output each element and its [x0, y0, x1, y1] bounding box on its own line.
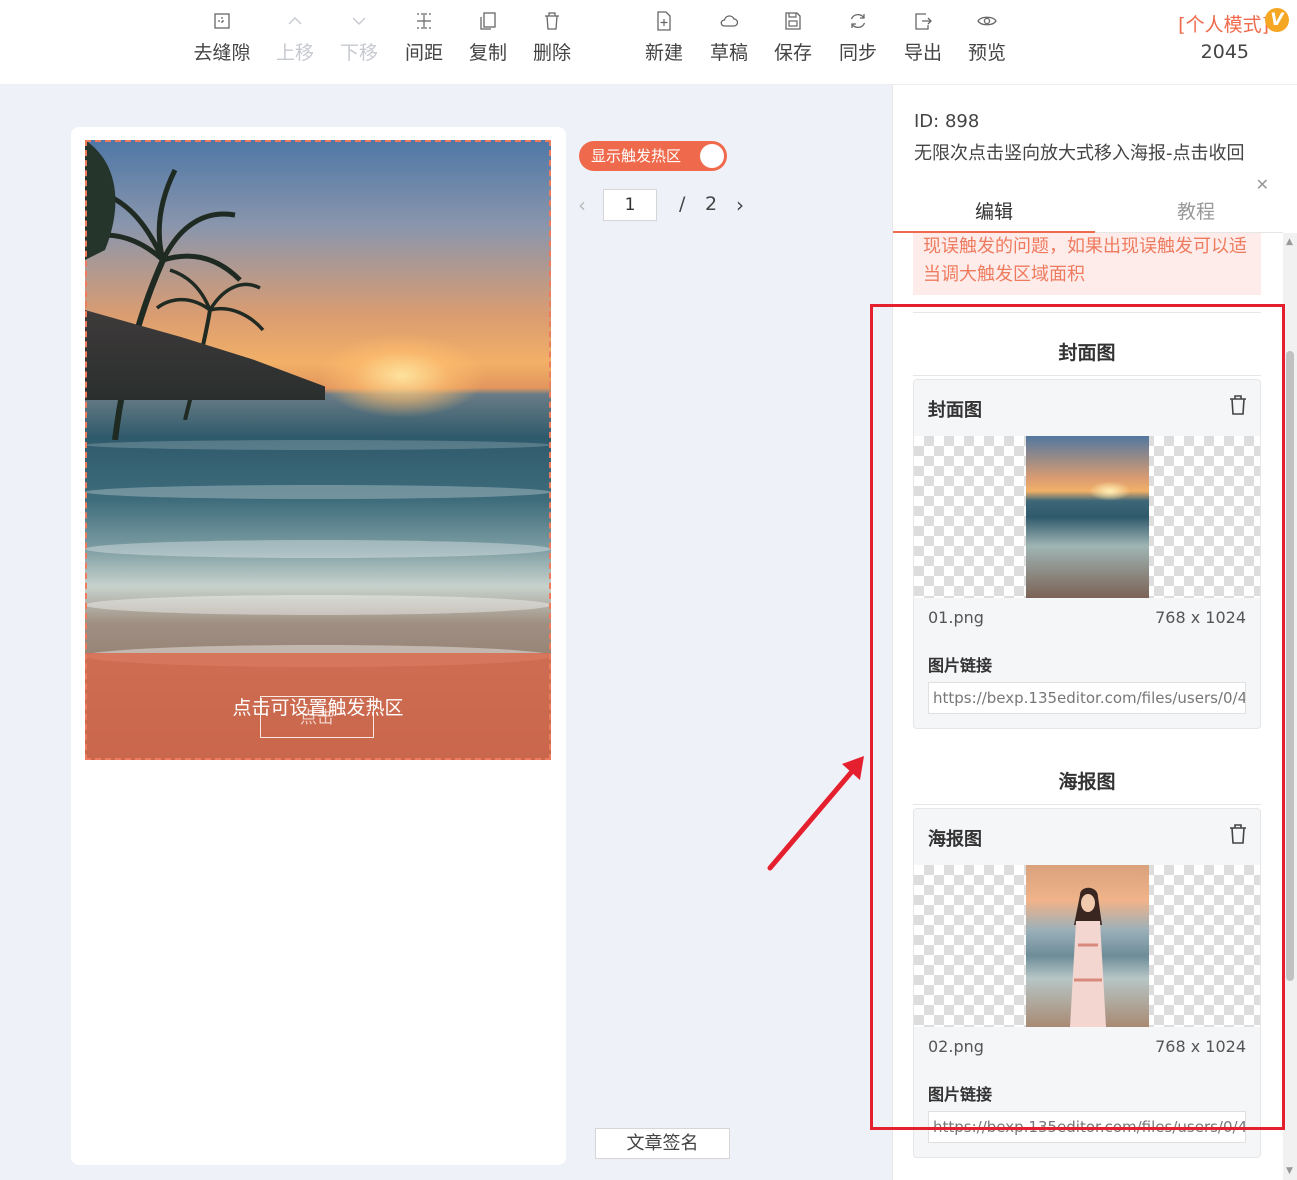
wrench-icon[interactable]: ✕	[1256, 175, 1269, 194]
wave-decoration	[85, 485, 551, 499]
export-label: 导出	[903, 42, 942, 64]
spacing-button[interactable]: 间距	[389, 10, 459, 65]
preview-button[interactable]: 预览	[952, 10, 1022, 65]
poster-link-label: 图片链接	[928, 1085, 993, 1104]
spacing-label: 间距	[404, 42, 443, 64]
cover-thumbnail	[1026, 436, 1149, 598]
canvas-card: 点击 点击可设置触发热区	[71, 127, 566, 1165]
scrollbar-thumb[interactable]	[1286, 351, 1294, 981]
poster-file-name: 02.png	[928, 1037, 984, 1056]
poster-image[interactable]: 点击 点击可设置触发热区	[85, 140, 551, 760]
new-label: 新建	[644, 42, 683, 64]
cover-link-input[interactable]: https://bexp.135editor.com/files/users/0…	[928, 682, 1246, 714]
move-down-label: 下移	[339, 42, 378, 64]
chevron-down-icon	[348, 10, 370, 32]
toggle-knob	[700, 144, 724, 168]
move-down-button[interactable]: 下移	[324, 10, 394, 65]
cover-image-preview[interactable]	[914, 436, 1260, 598]
tab-edit[interactable]: 编辑	[893, 197, 1095, 233]
properties-panel: ID: 898 无限次点击竖向放大式移入海报-点击收回 ✕ 编辑 教程 现误触发…	[892, 85, 1297, 1180]
save-button[interactable]: 保存	[758, 10, 828, 65]
top-toolbar: 去缝隙 上移 下移 间距 复制 删除 新建 草稿 保存 同步 导出 预览 [个人…	[0, 0, 1297, 85]
eye-icon	[976, 10, 998, 32]
vip-badge-icon: V	[1265, 8, 1289, 32]
sync-button[interactable]: 同步	[823, 10, 893, 65]
scroll-down-icon[interactable]: ▼	[1286, 1166, 1293, 1176]
preview-label: 预览	[967, 42, 1006, 64]
move-up-label: 上移	[275, 42, 314, 64]
mode-label[interactable]: [个人模式]	[1178, 10, 1269, 37]
template-id: ID: 898	[914, 111, 980, 132]
hotspot-toggle-label: 显示触发热区	[591, 147, 682, 165]
new-file-icon	[653, 10, 675, 32]
credit-count: 2045	[1200, 41, 1249, 63]
remove-gap-label: 去缝隙	[193, 42, 251, 64]
delete-label: 删除	[532, 42, 571, 64]
page-total: 2	[705, 193, 718, 215]
poster-section-title: 海报图	[913, 767, 1261, 805]
trash-icon[interactable]	[1228, 394, 1248, 416]
poster-card-title: 海报图	[928, 829, 982, 850]
notice-box: 现误触发的问题，如果出现误触发可以适当调大触发区域面积	[913, 233, 1261, 295]
poster-file-size: 768 x 1024	[1155, 1037, 1246, 1056]
person-figure	[1070, 887, 1106, 1027]
cover-section-title: 封面图	[913, 338, 1261, 376]
cover-file-name: 01.png	[928, 608, 984, 627]
cover-image-card: 封面图 01.png 768 x 1024 图片链接 https://bexp.…	[913, 379, 1261, 729]
wave-decoration	[85, 595, 551, 615]
hotspot-toggle[interactable]: 显示触发热区	[579, 141, 727, 171]
tab-tutorial[interactable]: 教程	[1095, 197, 1297, 224]
remove-gap-button[interactable]: 去缝隙	[187, 10, 257, 65]
poster-image-preview[interactable]	[914, 865, 1260, 1027]
copy-label: 复制	[468, 42, 507, 64]
export-button[interactable]: 导出	[888, 10, 958, 65]
panel-tabs: 编辑 教程	[893, 193, 1283, 233]
chevron-up-icon	[284, 10, 306, 32]
copy-button[interactable]: 复制	[453, 10, 523, 65]
poster-thumbnail	[1026, 865, 1149, 1027]
sync-icon	[847, 10, 869, 32]
save-label: 保存	[773, 42, 812, 64]
gap-icon	[211, 10, 233, 32]
wave-decoration	[85, 440, 551, 450]
save-icon	[782, 10, 804, 32]
draft-label: 草稿	[709, 42, 748, 64]
new-button[interactable]: 新建	[629, 10, 699, 65]
scroll-up-icon[interactable]: ▲	[1286, 237, 1293, 247]
move-up-button[interactable]: 上移	[260, 10, 330, 65]
hotspot-hint: 点击可设置触发热区	[232, 697, 404, 719]
trash-icon	[541, 10, 563, 32]
page-separator: /	[679, 193, 686, 215]
next-page-icon[interactable]: ›	[736, 193, 744, 217]
cover-card-title: 封面图	[928, 400, 982, 421]
cover-link-label: 图片链接	[928, 656, 993, 675]
copy-icon	[477, 10, 499, 32]
panel-scrollbar[interactable]: ▲ ▼	[1283, 233, 1297, 1180]
poster-link-input[interactable]: https://bexp.135editor.com/files/users/0…	[928, 1111, 1246, 1143]
divider	[913, 312, 1261, 313]
export-icon	[912, 10, 934, 32]
delete-button[interactable]: 删除	[517, 10, 587, 65]
wave-decoration	[85, 540, 551, 558]
template-name: 无限次点击竖向放大式移入海报-点击收回	[914, 143, 1245, 164]
sync-label: 同步	[838, 42, 877, 64]
poster-image-card: 海报图 02.png 768 x 1024 图片链接 https://bexp.…	[913, 808, 1261, 1158]
article-signature-button[interactable]: 文章签名	[595, 1128, 730, 1159]
draft-button[interactable]: 草稿	[694, 10, 764, 65]
hotspot-area[interactable]: 点击 点击可设置触发热区	[85, 653, 551, 760]
editor-workspace: 点击 点击可设置触发热区 显示触发热区 ‹ 1 / 2 › 文章签名	[0, 85, 892, 1180]
cloud-icon	[718, 10, 740, 32]
trash-icon[interactable]	[1228, 823, 1248, 845]
page-number-input[interactable]: 1	[603, 189, 657, 221]
prev-page-icon[interactable]: ‹	[578, 193, 586, 217]
spacing-icon	[413, 10, 435, 32]
cover-file-size: 768 x 1024	[1155, 608, 1246, 627]
